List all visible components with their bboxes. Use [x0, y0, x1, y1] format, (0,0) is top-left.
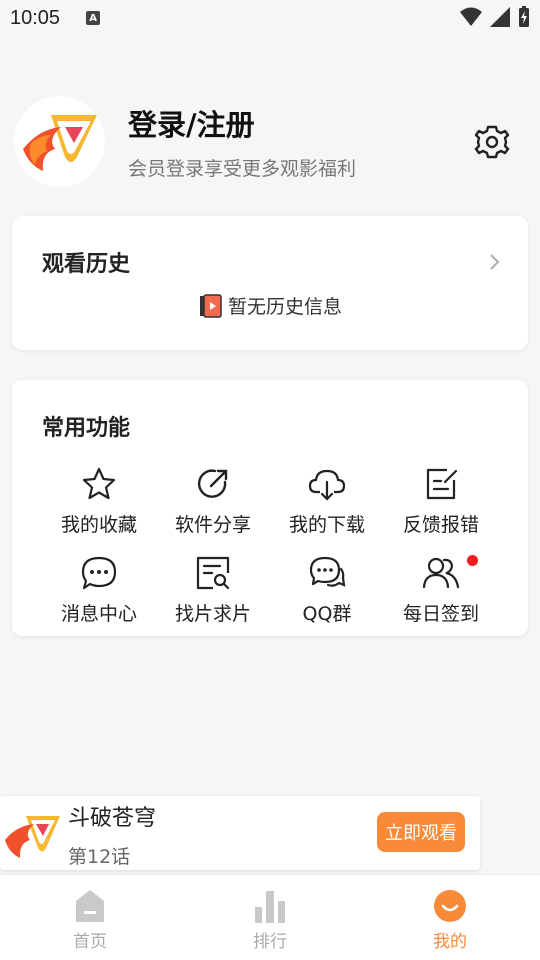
settings-button[interactable]: [472, 122, 512, 162]
star-icon: [82, 467, 116, 500]
video-book-icon: [199, 293, 222, 318]
cloud-download-icon: [308, 469, 346, 501]
messages-label: 消息中心: [60, 603, 137, 625]
status-time: 10:05: [10, 6, 61, 29]
downloads-label: 我的下载: [288, 514, 365, 536]
functions-card: 常用功能 我的收藏 软件分享 我的下载 反馈报错 消息中心 找片求片 QQ群 每…: [12, 380, 528, 636]
show-title: 斗破苍穹: [68, 806, 157, 831]
rank-icon: [255, 891, 285, 923]
favorites-button[interactable]: 我的收藏: [42, 464, 156, 537]
status-bar: 10:05 A: [0, 0, 540, 36]
share-icon: [197, 469, 228, 498]
notification-dot: [467, 555, 478, 566]
avatar[interactable]: [14, 96, 105, 187]
notification-a-icon: A: [86, 11, 101, 25]
functions-grid: 我的收藏 软件分享 我的下载 反馈报错 消息中心 找片求片 QQ群 每日签到: [42, 464, 500, 626]
wifi-icon: [460, 7, 482, 26]
history-card[interactable]: 观看历史 暂无历史信息: [12, 216, 528, 350]
tab-rank-label: 排行: [253, 932, 287, 952]
daily-checkin-button[interactable]: 每日签到: [384, 553, 498, 626]
status-icons: [460, 6, 530, 28]
home-icon: [76, 890, 104, 922]
bottom-tab-bar: 首页 排行 我的: [0, 874, 540, 960]
share-app-label: 软件分享: [174, 514, 251, 536]
watch-now-button[interactable]: 立即观看: [377, 812, 465, 852]
tab-mine[interactable]: 我的: [360, 875, 540, 960]
history-empty-text: 暂无历史信息: [227, 296, 342, 318]
feedback-button[interactable]: 反馈报错: [384, 464, 498, 537]
signal-icon: [490, 7, 510, 27]
find-movie-button[interactable]: 找片求片: [156, 553, 270, 626]
battery-icon: [519, 6, 529, 27]
tab-mine-label: 我的: [433, 932, 467, 952]
history-empty: 暂无历史信息: [12, 292, 528, 319]
find-movie-label: 找片求片: [174, 603, 251, 625]
message-icon: [81, 556, 117, 590]
search-document-icon: [196, 556, 230, 590]
member-subtitle: 会员登录享受更多观影福利: [128, 158, 357, 180]
login-register-link[interactable]: 登录/注册: [128, 102, 255, 144]
chevron-right-icon: [490, 254, 500, 270]
profile-icon: [434, 890, 466, 922]
messages-button[interactable]: 消息中心: [42, 553, 156, 626]
profile-header: 登录/注册 会员登录享受更多观影福利: [14, 96, 526, 188]
share-app-button[interactable]: 软件分享: [156, 464, 270, 537]
tab-home[interactable]: 首页: [0, 875, 180, 960]
feedback-edit-icon: [426, 468, 458, 500]
feedback-label: 反馈报错: [402, 514, 479, 536]
users-icon: [422, 557, 460, 589]
functions-title: 常用功能: [42, 416, 131, 441]
daily-checkin-label: 每日签到: [402, 603, 479, 625]
tab-rank[interactable]: 排行: [180, 875, 360, 960]
show-thumbnail: [5, 816, 60, 858]
qq-group-button[interactable]: QQ群: [270, 553, 384, 626]
app-logo-icon: [22, 114, 97, 171]
tab-home-label: 首页: [73, 932, 107, 952]
gear-icon: [474, 125, 510, 159]
chat-bubbles-icon: [309, 556, 346, 587]
episode-label: 第12话: [68, 846, 131, 868]
favorites-label: 我的收藏: [60, 514, 137, 536]
downloads-button[interactable]: 我的下载: [270, 464, 384, 537]
qq-group-label: QQ群: [302, 603, 352, 625]
history-title: 观看历史: [42, 252, 131, 277]
continue-watching-bar[interactable]: 斗破苍穹 第12话 立即观看: [0, 796, 480, 870]
